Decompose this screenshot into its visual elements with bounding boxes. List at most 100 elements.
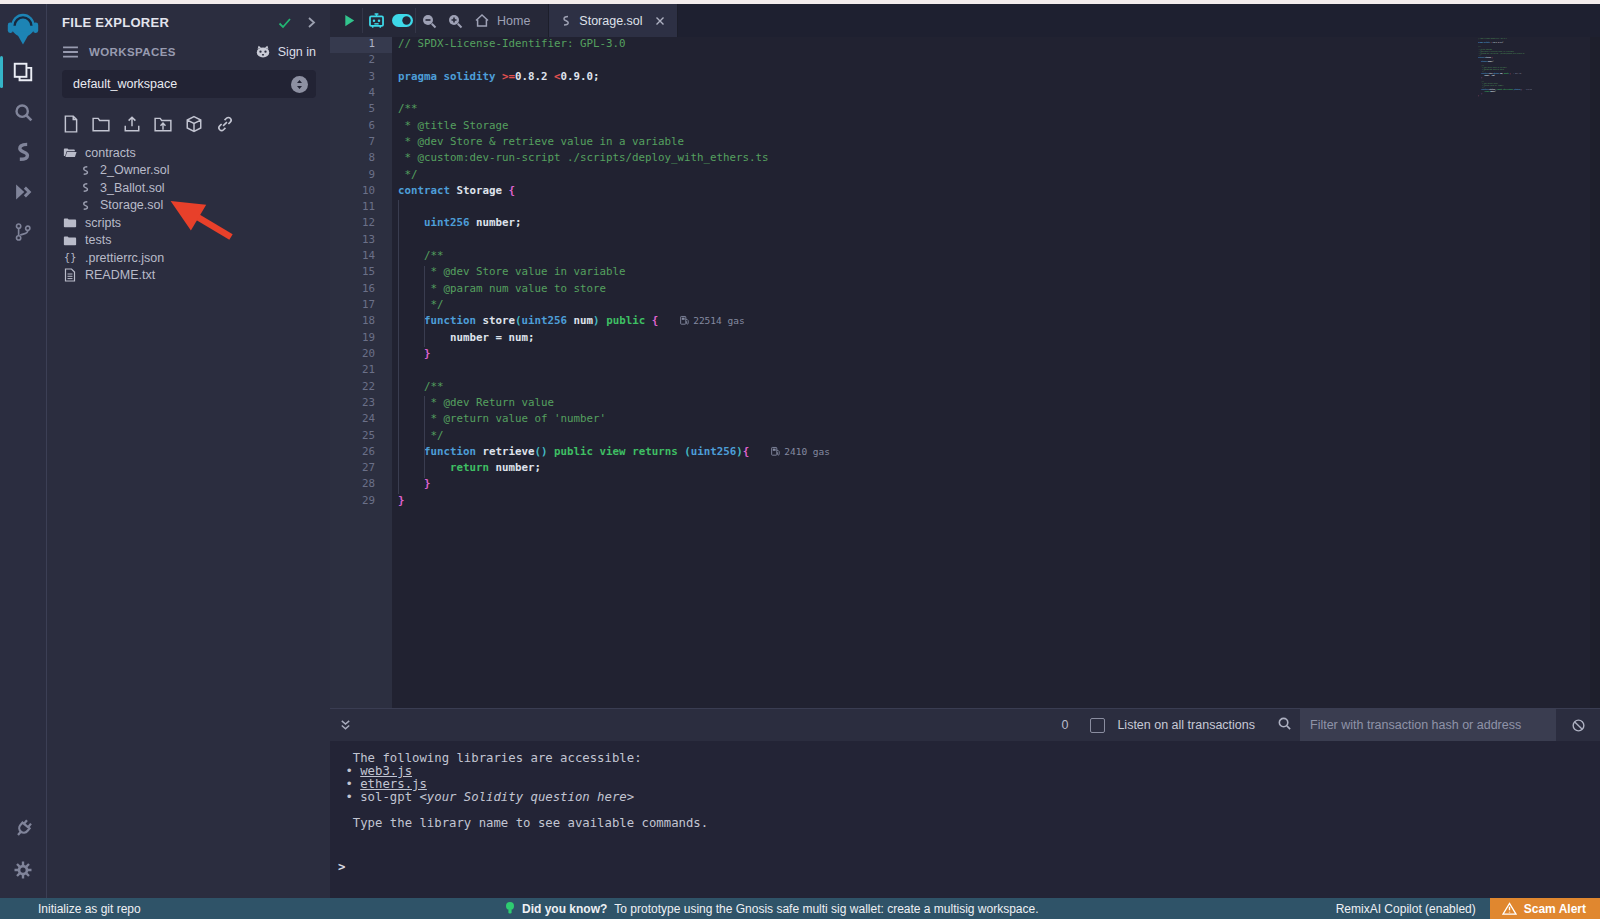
line-number: 26 — [330, 445, 392, 461]
line-number: 9 — [330, 168, 392, 184]
code-line-6: * @title Storage — [398, 119, 1600, 135]
line-number: 18 — [330, 314, 392, 330]
file-explorer-icon — [12, 61, 34, 83]
sidebar-item-plugin-manager[interactable] — [0, 806, 47, 850]
gas-estimate: 22514 gas — [1513, 73, 1521, 74]
sidebar-item-file-explorer[interactable] — [0, 52, 47, 92]
tree-item-label: contracts — [85, 146, 136, 160]
terminal-prompt[interactable]: > — [338, 860, 1600, 874]
solidity-icon — [78, 181, 92, 194]
upload-file-icon[interactable] — [123, 115, 141, 133]
line-number: 6 — [330, 119, 392, 135]
terminal-line: • web3.js — [338, 765, 1600, 778]
workspace-sort-icon[interactable] — [291, 76, 308, 93]
hamburger-menu-icon[interactable] — [62, 45, 79, 59]
sidebar-item-settings[interactable] — [0, 850, 47, 890]
minimap[interactable]: // SPDX-License-Identifier: GPL-3.0pragm… — [1450, 37, 1590, 708]
listen-checkbox[interactable] — [1090, 718, 1105, 733]
solidity-icon — [78, 199, 92, 212]
code-editor[interactable]: 1234567891011121314151617181920212223242… — [330, 37, 1600, 708]
cube-icon[interactable] — [185, 115, 203, 133]
code-line-11 — [398, 200, 1600, 216]
search-icon — [13, 102, 34, 123]
tree-item-scripts[interactable]: scripts — [47, 214, 330, 232]
folder-icon — [63, 234, 77, 247]
sidebar-item-git[interactable] — [0, 212, 47, 252]
tree-item-readme-txt[interactable]: README.txt — [47, 267, 330, 285]
zoom-out-icon — [421, 13, 437, 29]
workspace-name: default_workspace — [73, 77, 177, 91]
remixai-button[interactable] — [363, 4, 389, 37]
tree-item-contracts[interactable]: contracts — [47, 144, 330, 162]
line-number: 20 — [330, 347, 392, 363]
zoom-in-button[interactable] — [442, 4, 468, 37]
copilot-toggle[interactable] — [389, 4, 415, 37]
run-script-button[interactable] — [336, 4, 362, 37]
code-line-29: } — [1478, 95, 1591, 97]
tab-storage-sol[interactable]: Storage.sol — [548, 4, 677, 37]
tree-item--prettierrc-json[interactable]: {}.prettierrc.json — [47, 249, 330, 267]
tree-item-tests[interactable]: tests — [47, 232, 330, 250]
workspace-select[interactable]: default_workspace — [62, 70, 316, 98]
terminal[interactable]: The following libraries are accessible: … — [330, 741, 1600, 898]
terminal-search-icon[interactable] — [1277, 716, 1292, 735]
folder-open-icon — [63, 146, 77, 159]
close-icon[interactable] — [655, 16, 665, 26]
upload-folder-icon[interactable] — [154, 115, 172, 133]
terminal-collapse-button[interactable] — [330, 718, 360, 732]
line-number: 28 — [330, 477, 392, 493]
git-init-button[interactable]: Initialize as git repo — [0, 902, 141, 916]
home-tab[interactable]: Home — [468, 13, 542, 28]
tree-item-storage-sol[interactable]: Storage.sol — [47, 197, 330, 215]
line-number: 2 — [330, 53, 392, 69]
link-icon[interactable] — [216, 115, 234, 133]
line-number: 15 — [330, 265, 392, 281]
line-number: 7 — [330, 135, 392, 151]
transaction-filter-input[interactable] — [1300, 709, 1556, 742]
code-line-5: /** — [398, 102, 1600, 118]
double-chevron-down-icon — [339, 718, 352, 732]
sidebar-item-solidity-compiler[interactable] — [0, 132, 47, 172]
code-line-4 — [398, 86, 1600, 102]
listen-label: Listen on all transactions — [1117, 718, 1255, 732]
solidity-compiler-icon — [13, 142, 34, 163]
scam-alert-button[interactable]: Scam Alert — [1490, 898, 1600, 919]
line-number: 19 — [330, 331, 392, 347]
code-line-8: * @custom:dev-run-script ./scripts/deplo… — [398, 151, 1600, 167]
zoom-out-button[interactable] — [416, 4, 442, 37]
clear-console-icon[interactable] — [1556, 718, 1600, 733]
panel-title: FILE EXPLORER — [62, 15, 277, 30]
code-line-29: } — [398, 494, 1600, 510]
line-number: 8 — [330, 151, 392, 167]
line-number: 22 — [330, 380, 392, 396]
play-icon — [342, 13, 357, 28]
file-icon — [63, 268, 77, 282]
line-number: 4 — [330, 86, 392, 102]
terminal-link[interactable]: web3.js — [360, 764, 412, 778]
file-tree: contracts 2_Owner.sol3_Ballot.solStorage.… — [47, 142, 330, 284]
new-folder-icon[interactable] — [92, 115, 110, 133]
line-number: 25 — [330, 429, 392, 445]
line-number: 14 — [330, 249, 392, 265]
editor-tabbar: Home Storage.sol — [330, 4, 1600, 37]
line-number: 23 — [330, 396, 392, 412]
copilot-status[interactable]: RemixAI Copilot (enabled) — [1336, 902, 1476, 916]
new-file-icon[interactable] — [63, 115, 79, 133]
line-number: 12 — [330, 216, 392, 232]
sign-in-button[interactable]: Sign in — [254, 44, 316, 59]
line-number: 10 — [330, 184, 392, 200]
sidebar-item-deploy-run[interactable] — [0, 172, 47, 212]
tree-item-3-ballot-sol[interactable]: 3_Ballot.sol — [47, 179, 330, 197]
home-icon — [474, 13, 490, 28]
code-line-20: } — [398, 347, 1600, 363]
sidebar-item-search[interactable] — [0, 92, 47, 132]
activity-bar — [0, 4, 47, 898]
terminal-link[interactable]: ethers.js — [360, 777, 427, 791]
chevron-right-icon[interactable] — [307, 16, 316, 29]
tree-item-label: .prettierrc.json — [85, 251, 164, 265]
workspaces-label: WORKSPACES — [89, 46, 254, 58]
tree-item-2-owner-sol[interactable]: 2_Owner.sol — [47, 162, 330, 180]
lightbulb-icon — [505, 901, 515, 916]
code-line-2 — [398, 53, 1600, 69]
toggle-on-icon — [391, 12, 414, 29]
